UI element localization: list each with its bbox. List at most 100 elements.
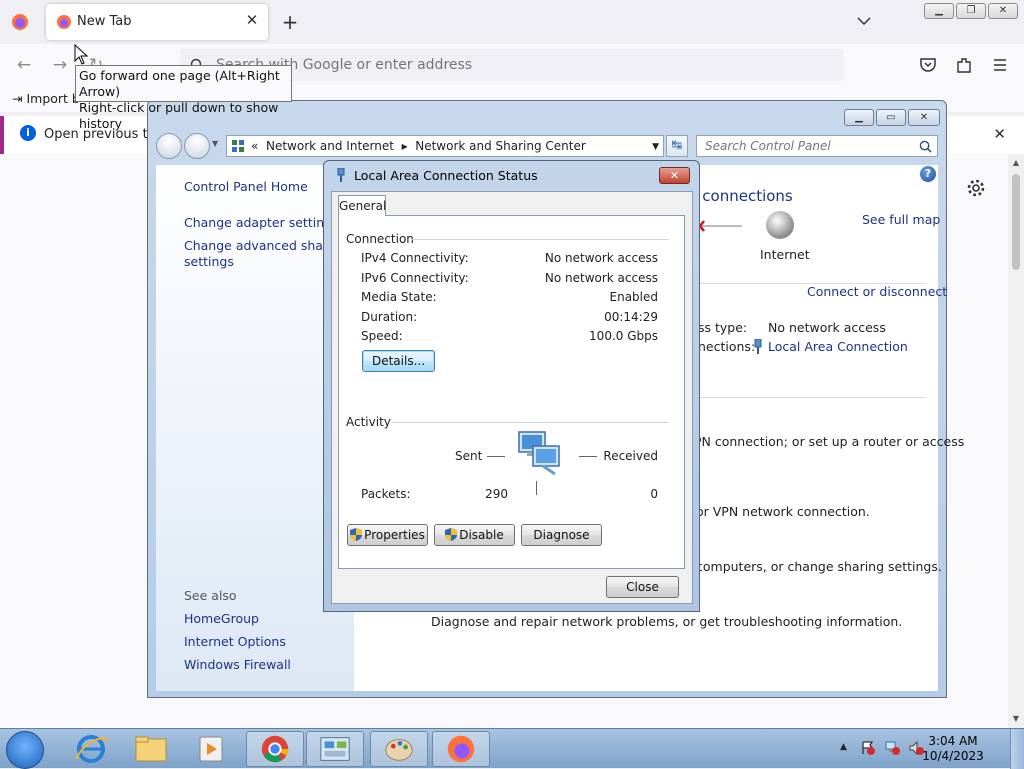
breadcrumb-network-internet[interactable]: Network and Internet	[266, 139, 394, 153]
new-tab-button[interactable]: +	[280, 12, 300, 32]
sent-line	[487, 456, 505, 457]
local-area-connection-link[interactable]: Local Area Connection	[768, 339, 908, 354]
activity-group-label: Activity	[346, 415, 391, 429]
diagnose-button[interactable]: Diagnose	[521, 524, 602, 546]
dialog-title: Local Area Connection Status	[354, 168, 538, 183]
media-player-icon[interactable]	[182, 731, 240, 767]
uac-shield-icon	[445, 528, 458, 541]
breadcrumb-sharing-center[interactable]: Network and Sharing Center	[415, 139, 586, 153]
internet-label: Internet	[760, 247, 810, 262]
troubleshoot-text: Diagnose and repair network problems, or…	[431, 614, 903, 629]
import-label: Import b	[26, 91, 80, 106]
ethernet-icon	[754, 339, 762, 354]
properties-button[interactable]: Properties	[347, 524, 428, 546]
sidebar-item-control-panel-home[interactable]: Control Panel Home	[184, 179, 308, 195]
cp-maximize-button[interactable]: ▭	[876, 109, 906, 126]
cp-search-box[interactable]	[696, 135, 938, 157]
received-label: Received	[603, 449, 658, 463]
general-tab-panel: Connection IPv4 Connectivity: No network…	[338, 215, 685, 569]
info-icon: i	[20, 125, 36, 141]
connections-label: nections:	[698, 339, 756, 354]
media-state-label: Media State:	[361, 290, 437, 304]
page-scrollbar[interactable]: ▲ ▼	[1008, 154, 1024, 728]
search-icon	[919, 140, 932, 153]
browser-tabstrip: New Tab ✕ + ▁ ❐ ✕	[0, 0, 1024, 44]
action-center-icon[interactable]	[860, 740, 876, 756]
back-arrow-icon[interactable]: ←	[14, 55, 34, 75]
see-full-map-link[interactable]: See full map	[862, 212, 940, 227]
tab-new-tab[interactable]: New Tab ✕	[46, 4, 268, 40]
import-icon: ⇥	[12, 91, 23, 106]
show-desktop-button[interactable]	[1010, 729, 1024, 769]
show-hidden-icons-icon[interactable]: ▲	[840, 742, 847, 752]
cp-minimize-button[interactable]: ▁	[844, 109, 874, 126]
properties-label: Properties	[364, 528, 425, 542]
sidebar-item-change-adapter[interactable]: Change adapter settings	[184, 215, 339, 231]
scrollbar-thumb[interactable]	[1012, 174, 1020, 270]
hamburger-menu-icon[interactable]	[990, 55, 1010, 75]
cp-history-chevron-icon[interactable]: ▼	[212, 139, 218, 148]
dialog-body: General Connection IPv4 Connectivity: No…	[331, 191, 693, 604]
restore-button[interactable]: ❐	[956, 3, 986, 19]
cp-forward-icon[interactable]	[184, 133, 210, 159]
cp-refresh-button[interactable]: ↹	[666, 135, 688, 157]
ipv4-label: IPv4 Connectivity:	[361, 251, 469, 265]
control-panel-taskbar-icon[interactable]	[306, 731, 364, 767]
sidebar-item-internet-options[interactable]: Internet Options	[184, 634, 286, 650]
advanced-sharing-line2: settings	[184, 254, 234, 269]
packets-label: Packets:	[361, 487, 411, 501]
close-button[interactable]: Close	[606, 576, 679, 598]
close-notification-icon[interactable]: ✕	[993, 125, 1006, 143]
sidebar-item-homegroup[interactable]: HomeGroup	[184, 611, 259, 627]
windows-taskbar: ▲ 3:04 AM 10/4/2023	[0, 728, 1024, 769]
file-explorer-icon[interactable]	[122, 731, 180, 767]
network-folder-icon	[232, 140, 244, 152]
ipv4-value: No network access	[544, 251, 658, 265]
close-tab-icon[interactable]: ✕	[244, 12, 260, 28]
active-connections-heading: p connections	[688, 187, 793, 205]
ipv6-label: IPv6 Connectivity:	[361, 271, 469, 285]
packets-received-value: 0	[650, 487, 658, 501]
browser-window-controls: ▁ ❐ ✕	[924, 3, 1018, 19]
setup-connection-text: PN connection; or set up a router or acc…	[694, 434, 965, 449]
pocket-icon[interactable]	[918, 55, 938, 75]
group-divider	[411, 239, 669, 240]
url-input[interactable]	[214, 53, 814, 77]
taskbar-clock[interactable]: 3:04 AM 10/4/2023	[918, 734, 988, 764]
media-state-value: Enabled	[609, 290, 659, 304]
details-button[interactable]: Details...	[362, 350, 435, 372]
minimize-button[interactable]: ▁	[924, 3, 954, 19]
sidebar-item-windows-firewall[interactable]: Windows Firewall	[184, 657, 291, 673]
firefox-view-icon[interactable]	[10, 12, 30, 32]
see-also-heading: See also	[184, 588, 237, 603]
address-dropdown-icon[interactable]: ▼	[652, 142, 659, 152]
dialog-close-icon[interactable]: ✕	[659, 167, 690, 184]
start-button[interactable]	[6, 731, 44, 769]
gear-icon[interactable]	[966, 178, 986, 198]
close-window-button[interactable]: ✕	[988, 3, 1018, 19]
chrome-icon[interactable]	[246, 731, 304, 767]
chevron-down-icon[interactable]	[855, 12, 873, 30]
speed-label: Speed:	[361, 329, 403, 343]
cp-back-icon[interactable]	[156, 133, 182, 159]
import-bookmarks-button[interactable]: ⇥ Import b	[12, 91, 80, 106]
scroll-up-icon[interactable]: ▲	[1011, 158, 1021, 168]
tab-title: New Tab	[77, 14, 132, 29]
help-icon[interactable]: ?	[920, 166, 936, 182]
forward-arrow-icon[interactable]: →	[50, 55, 70, 75]
connect-network-text: or VPN network connection.	[696, 504, 870, 519]
scroll-down-icon[interactable]: ▼	[1011, 714, 1021, 724]
firefox-taskbar-icon[interactable]	[432, 731, 490, 767]
network-tray-icon[interactable]	[884, 740, 900, 756]
connect-disconnect-link[interactable]: Connect or disconnect	[807, 284, 947, 299]
disable-button[interactable]: Disable	[434, 524, 515, 546]
breadcrumb-overflow[interactable]: «	[251, 139, 258, 153]
extensions-icon[interactable]	[954, 55, 974, 75]
internet-explorer-icon[interactable]	[62, 731, 120, 767]
cp-search-input[interactable]	[697, 136, 907, 156]
clock-time: 3:04 AM	[928, 734, 978, 748]
tab-general[interactable]: General	[338, 195, 386, 216]
cp-close-button[interactable]: ✕	[908, 109, 940, 126]
paint-icon[interactable]	[370, 731, 428, 767]
cp-address-bar[interactable]: « Network and Internet ▸ Network and Sha…	[226, 135, 664, 157]
